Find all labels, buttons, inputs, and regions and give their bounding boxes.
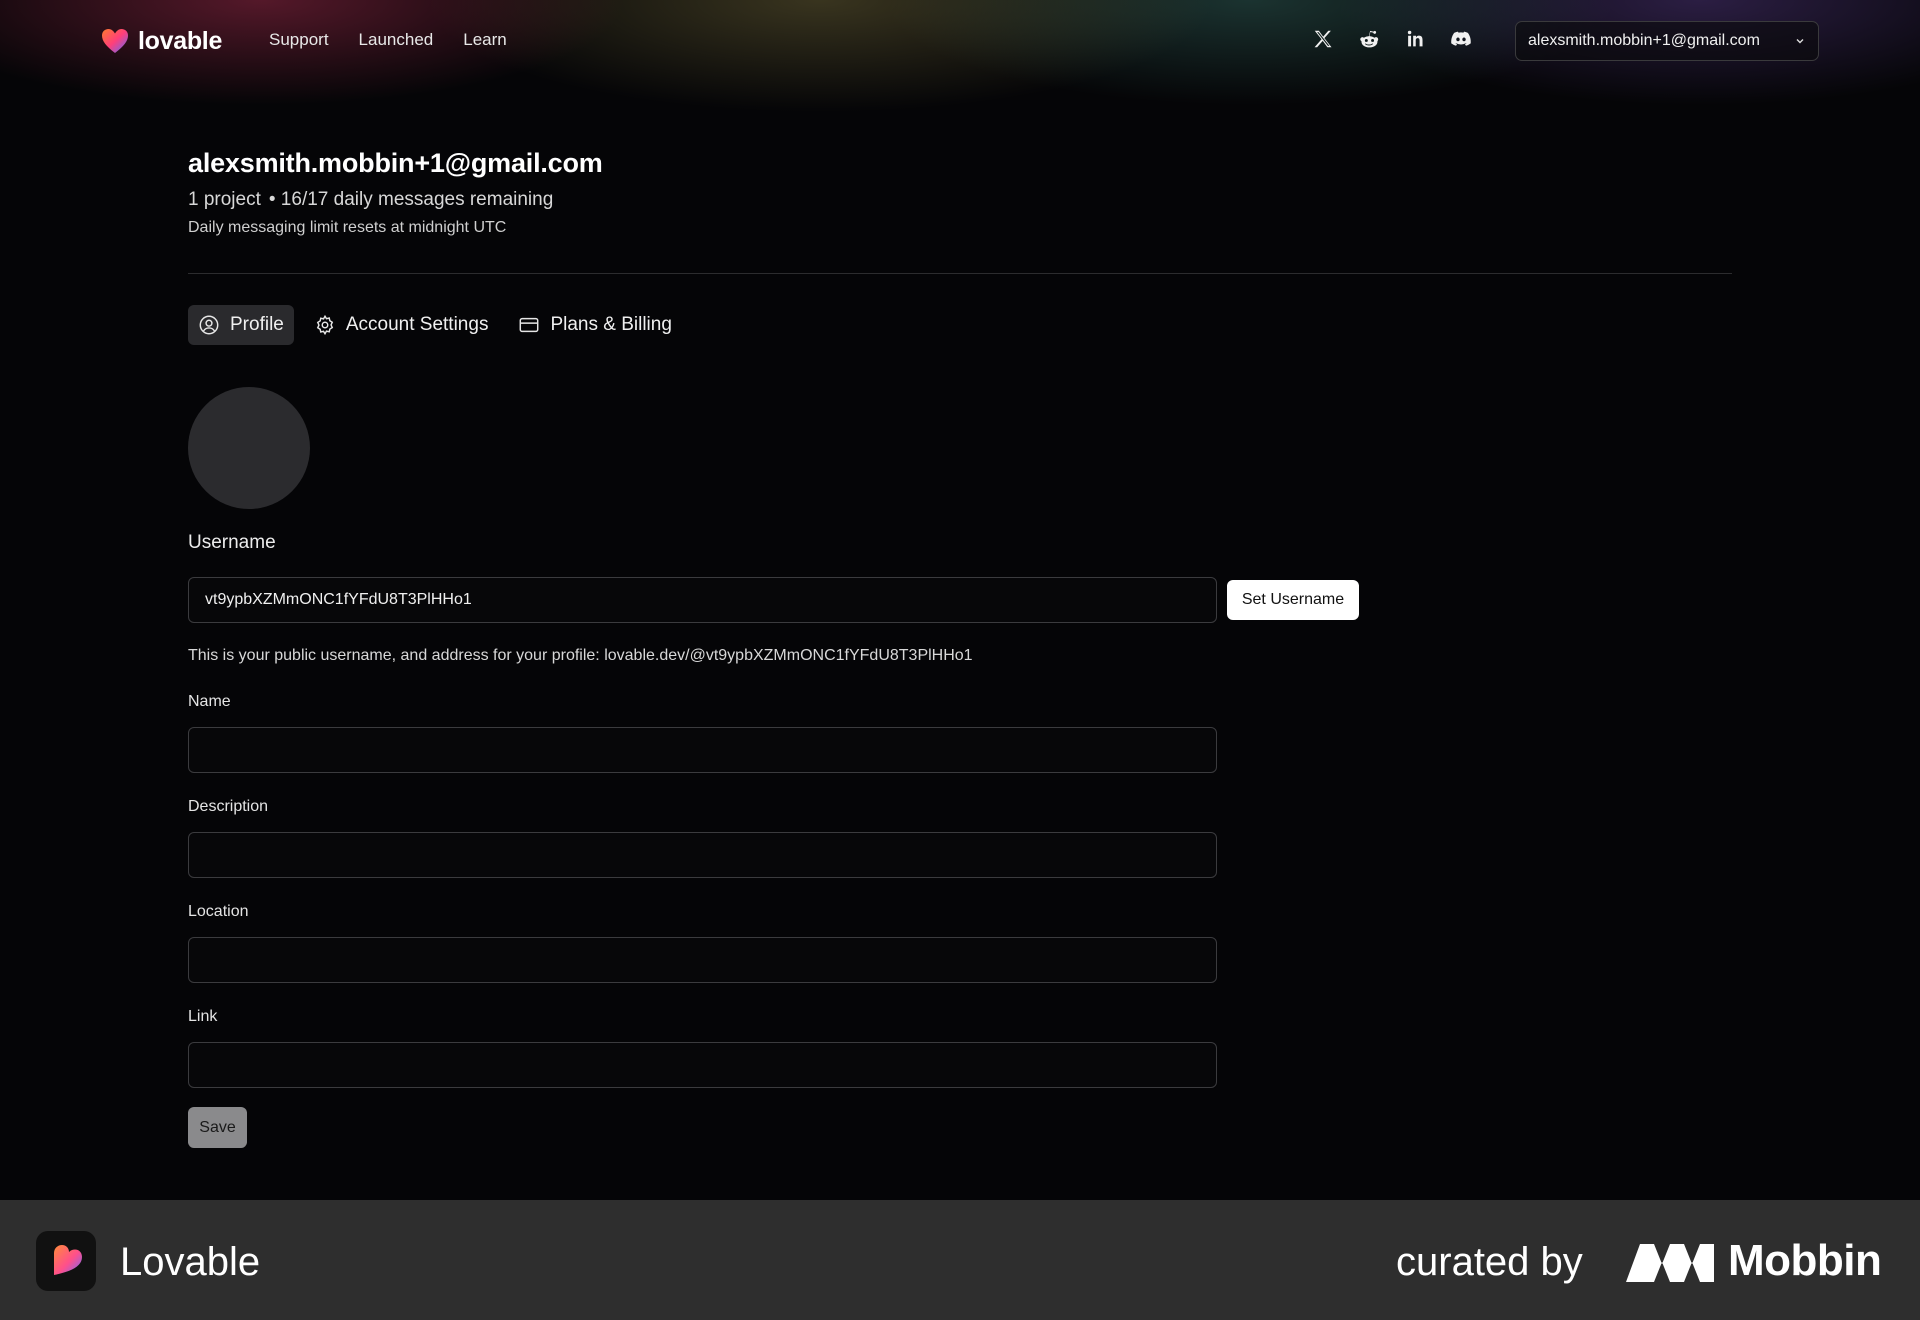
footer-app-name: Lovable (120, 1240, 261, 1284)
tab-profile-label: Profile (230, 314, 284, 335)
discord-icon[interactable] (1448, 26, 1473, 51)
reset-note: Daily messaging limit resets at midnight… (188, 219, 507, 236)
brand-name: lovable (138, 26, 223, 55)
page-title: alexsmith.mobbin+1@gmail.com (188, 148, 603, 178)
project-count: 1 project (188, 189, 261, 210)
set-username-button[interactable]: Set Username (1227, 580, 1359, 620)
gear-icon (316, 314, 334, 336)
mobbin-logo: Mobbin (1626, 1236, 1882, 1286)
heart-logo-icon (102, 29, 128, 53)
curated-by-text: curated by (1396, 1240, 1583, 1284)
avatar[interactable] (188, 387, 310, 509)
link-label: Link (188, 1008, 218, 1025)
nav-link-learn[interactable]: Learn (463, 30, 506, 50)
settings-tabs: Profile Account Settings Plans & Billing (188, 305, 682, 345)
social-links (1310, 26, 1473, 51)
username-label: Username (188, 532, 276, 553)
tab-account-settings-label: Account Settings (345, 314, 489, 335)
location-label: Location (188, 903, 249, 920)
messages-remaining: • 16/17 daily messages remaining (268, 189, 554, 210)
header-divider (188, 273, 1732, 274)
nav-links: Support Launched Learn (269, 30, 507, 50)
tab-plans-billing[interactable]: Plans & Billing (508, 305, 681, 345)
user-circle-icon (199, 315, 219, 335)
chevron-down-icon (1796, 39, 1804, 44)
mobbin-wordmark: Mobbin (1728, 1236, 1882, 1285)
name-label: Name (188, 693, 231, 710)
tab-profile[interactable]: Profile (188, 305, 294, 345)
linkedin-icon[interactable] (1402, 26, 1427, 51)
tab-account-settings[interactable]: Account Settings (304, 305, 499, 345)
description-label: Description (188, 798, 269, 815)
reddit-icon[interactable] (1356, 26, 1381, 51)
nav-link-launched[interactable]: Launched (359, 30, 434, 50)
account-header: alexsmith.mobbin+1@gmail.com 1 project •… (188, 148, 603, 237)
brand-logo[interactable]: lovable (100, 26, 222, 56)
username-input[interactable] (188, 577, 1217, 623)
username-helper-text: This is your public username, and addres… (188, 647, 973, 664)
nav-link-support[interactable]: Support (269, 30, 329, 50)
lovable-app-icon (36, 1231, 96, 1291)
credit-card-icon (520, 317, 539, 333)
account-dropdown[interactable]: alexsmith.mobbin+1@gmail.com (1515, 21, 1819, 61)
link-input[interactable] (188, 1042, 1217, 1088)
tab-plans-billing-label: Plans & Billing (550, 314, 672, 335)
save-button[interactable]: Save (188, 1107, 247, 1148)
location-input[interactable] (188, 937, 1217, 983)
account-email: alexsmith.mobbin+1@gmail.com (1528, 32, 1760, 49)
mobbin-mark-icon (1626, 1244, 1714, 1282)
usage-stats: 1 project • 16/17 daily messages remaini… (188, 189, 603, 211)
top-navigation: lovable Support Launched Learn alexsmith… (0, 0, 1920, 82)
heart-logo-icon (54, 1245, 82, 1275)
description-input[interactable] (188, 832, 1217, 878)
footer-banner: Lovable curated by Mobbin (0, 1200, 1920, 1320)
name-input[interactable] (188, 727, 1217, 773)
x-icon[interactable] (1310, 26, 1335, 51)
